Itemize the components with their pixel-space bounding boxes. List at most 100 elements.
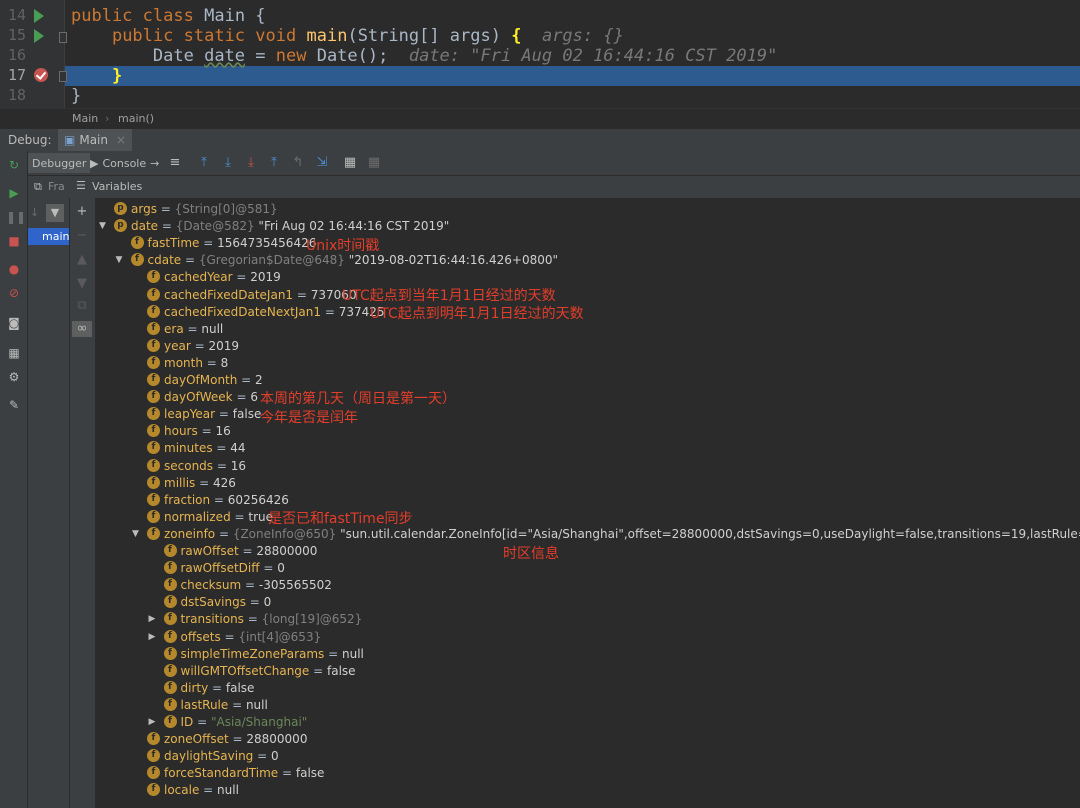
variable-row[interactable]: f year = 2019	[147, 338, 239, 355]
variable-row[interactable]: f normalized = true	[147, 509, 273, 526]
variable-row[interactable]: f lastRule = null	[163, 697, 268, 714]
variables-side-toolbar: + − ▲ ▼ ⧉ ∞	[70, 198, 96, 808]
mute-breakpoints-icon[interactable]: ⊘	[6, 285, 22, 301]
variable-row[interactable]: f fraction = 60256426	[147, 492, 289, 509]
camera-icon[interactable]: ◙	[6, 315, 22, 331]
expand-arrow-icon[interactable]: ▶	[149, 611, 156, 628]
variable-row[interactable]: f cachedFixedDateJan1 = 737060	[147, 287, 357, 304]
variable-row[interactable]: ▶ f transitions = {long[19]@652}	[149, 611, 362, 628]
variable-row[interactable]: f forceStandardTime = false	[147, 765, 324, 782]
variable-row[interactable]: f checksum = -305565502	[163, 577, 332, 594]
variable-row[interactable]: ▶ f offsets = {int[4]@653}	[149, 629, 321, 646]
pause-icon[interactable]: ❚❚	[6, 209, 26, 225]
breadcrumb-method[interactable]: main()	[118, 112, 154, 125]
variable-row[interactable]: f dirty = false	[163, 680, 254, 697]
filter-icon[interactable]: ▼	[46, 204, 64, 222]
variable-row[interactable]: f willGMTOffsetChange = false	[163, 663, 356, 680]
variable-row[interactable]: f rawOffsetDiff = 0	[163, 560, 285, 577]
variable-row[interactable]: f dayOfWeek = 6	[147, 389, 258, 406]
collapse-arrow-icon[interactable]: ▼	[116, 252, 123, 269]
remove-watch-icon[interactable]: −	[74, 228, 90, 244]
variable-row[interactable]: f millis = 426	[147, 475, 236, 492]
settings-icon[interactable]: ⚙	[6, 369, 22, 385]
breadcrumb-separator-icon: ›	[105, 112, 110, 125]
fold-marker-icon[interactable]	[59, 71, 67, 82]
annotation-normalized: 是否已和fastTime同步	[268, 511, 413, 527]
expand-arrow-icon[interactable]: ▶	[149, 629, 156, 646]
variable-row[interactable]: f dstSavings = 0	[163, 594, 271, 611]
field-icon: f	[163, 595, 177, 609]
tab-variables[interactable]: Variables	[92, 180, 142, 193]
variable-equals: =	[321, 304, 339, 319]
variable-type: {String[0]@581}	[174, 202, 278, 216]
variable-equals: =	[253, 749, 271, 764]
variable-value: false	[295, 766, 325, 781]
code-editor[interactable]: 14 15 16 17 18 public class Main { publi…	[0, 0, 1080, 108]
frame-item-main[interactable]: main:	[28, 228, 73, 245]
variable-row[interactable]: f fastTime = 1564735456426	[130, 235, 316, 252]
variable-row[interactable]: f locale = null	[147, 782, 239, 799]
variable-equals: =	[215, 526, 233, 541]
tab-console[interactable]: ▶ Console →	[86, 153, 163, 173]
variable-row[interactable]: p args = {String[0]@581}	[114, 201, 278, 218]
resume-icon[interactable]: ▶	[6, 185, 22, 201]
show-execution-point-icon[interactable]: ⤒	[196, 155, 212, 171]
debug-session-tab[interactable]: ▣ Main ×	[58, 129, 133, 151]
add-watch-icon[interactable]: +	[74, 204, 90, 220]
show-watches-icon[interactable]: ∞	[72, 321, 92, 337]
variable-equals: =	[156, 202, 175, 216]
move-up-icon[interactable]: ▲	[74, 252, 90, 268]
stop-icon[interactable]: ■	[6, 233, 22, 249]
variable-row[interactable]: f minutes = 44	[147, 440, 246, 457]
evaluate-expression-icon[interactable]: ▦	[342, 155, 358, 171]
run-method-icon[interactable]	[34, 29, 46, 43]
breadcrumb-class[interactable]: Main	[72, 112, 98, 125]
variable-equals: =	[199, 236, 218, 251]
variable-row[interactable]: f dayOfMonth = 2	[147, 372, 263, 389]
view-breakpoints-icon[interactable]: ●	[6, 261, 22, 277]
variable-row[interactable]: f cachedYear = 2019	[147, 269, 281, 286]
variable-row[interactable]: ▼ f zoneinfo = {ZoneInfo@650} "sun.util.ca…	[132, 526, 1080, 543]
variable-row[interactable]: f era = null	[147, 321, 223, 338]
menu-icon[interactable]: ≡	[167, 155, 183, 171]
variable-row[interactable]: ▶ f ID = "Asia/Shanghai"	[149, 714, 307, 731]
variable-row[interactable]: ▼ p date = {Date@582} "Fri Aug 02 16:44:16…	[99, 218, 449, 235]
tab-debugger[interactable]: Debugger	[28, 153, 91, 173]
variable-row[interactable]: f zoneOffset = 28800000	[147, 731, 307, 748]
run-class-icon[interactable]	[34, 9, 46, 23]
fold-marker-icon[interactable]	[59, 32, 67, 43]
breakpoint-icon[interactable]	[34, 68, 48, 82]
layout-icon[interactable]: ▦	[6, 345, 22, 361]
variable-row[interactable]: f simpleTimeZoneParams = null	[163, 646, 364, 663]
variable-row[interactable]: f leapYear = false	[147, 406, 261, 423]
expand-arrow-icon[interactable]: ▶	[149, 714, 156, 731]
drop-frame-icon[interactable]: ↰	[290, 155, 306, 171]
variable-name: forceStandardTime	[164, 766, 279, 781]
rerun-icon[interactable]: ↻	[6, 157, 22, 173]
tab-frames[interactable]: Fra	[48, 180, 65, 193]
run-to-cursor-icon[interactable]: ⇲	[314, 155, 330, 171]
field-icon: f	[163, 612, 177, 626]
move-down-icon[interactable]: ▼	[74, 276, 90, 292]
variable-row[interactable]: f rawOffset = 28800000	[163, 543, 317, 560]
variable-row[interactable]: f seconds = 16	[147, 458, 246, 475]
trace-icon[interactable]: ▦	[366, 155, 382, 171]
copy-icon[interactable]: ⧉	[74, 298, 90, 314]
debug-toolbar: Debugger ▶ Console → ≡ ⤒ ⤓ ⤓ ⤒ ↰ ⇲ ▦ ▦	[28, 151, 1080, 176]
variable-row[interactable]: f hours = 16	[147, 423, 231, 440]
variable-row[interactable]: f daylightSaving = 0	[147, 748, 279, 765]
close-icon[interactable]: ×	[116, 133, 126, 147]
collapse-arrow-icon[interactable]: ▼	[99, 218, 106, 235]
variable-row[interactable]: f cachedFixedDateNextJan1 = 737425	[147, 304, 385, 321]
pin-icon[interactable]: ✎	[6, 397, 22, 413]
step-out-icon[interactable]: ⤒	[266, 155, 282, 171]
step-over-icon[interactable]: ⤓	[220, 155, 236, 171]
variable-row[interactable]: f month = 8	[147, 355, 228, 372]
arrow-down-icon[interactable]: ↓	[30, 206, 39, 219]
collapse-arrow-icon[interactable]: ▼	[132, 526, 139, 543]
frames-panel: ↓ ▼ main:	[28, 198, 73, 808]
step-into-icon[interactable]: ⤓	[243, 155, 259, 171]
variable-equals: =	[241, 578, 259, 593]
variable-equals: =	[195, 475, 213, 490]
field-icon: f	[147, 783, 160, 797]
